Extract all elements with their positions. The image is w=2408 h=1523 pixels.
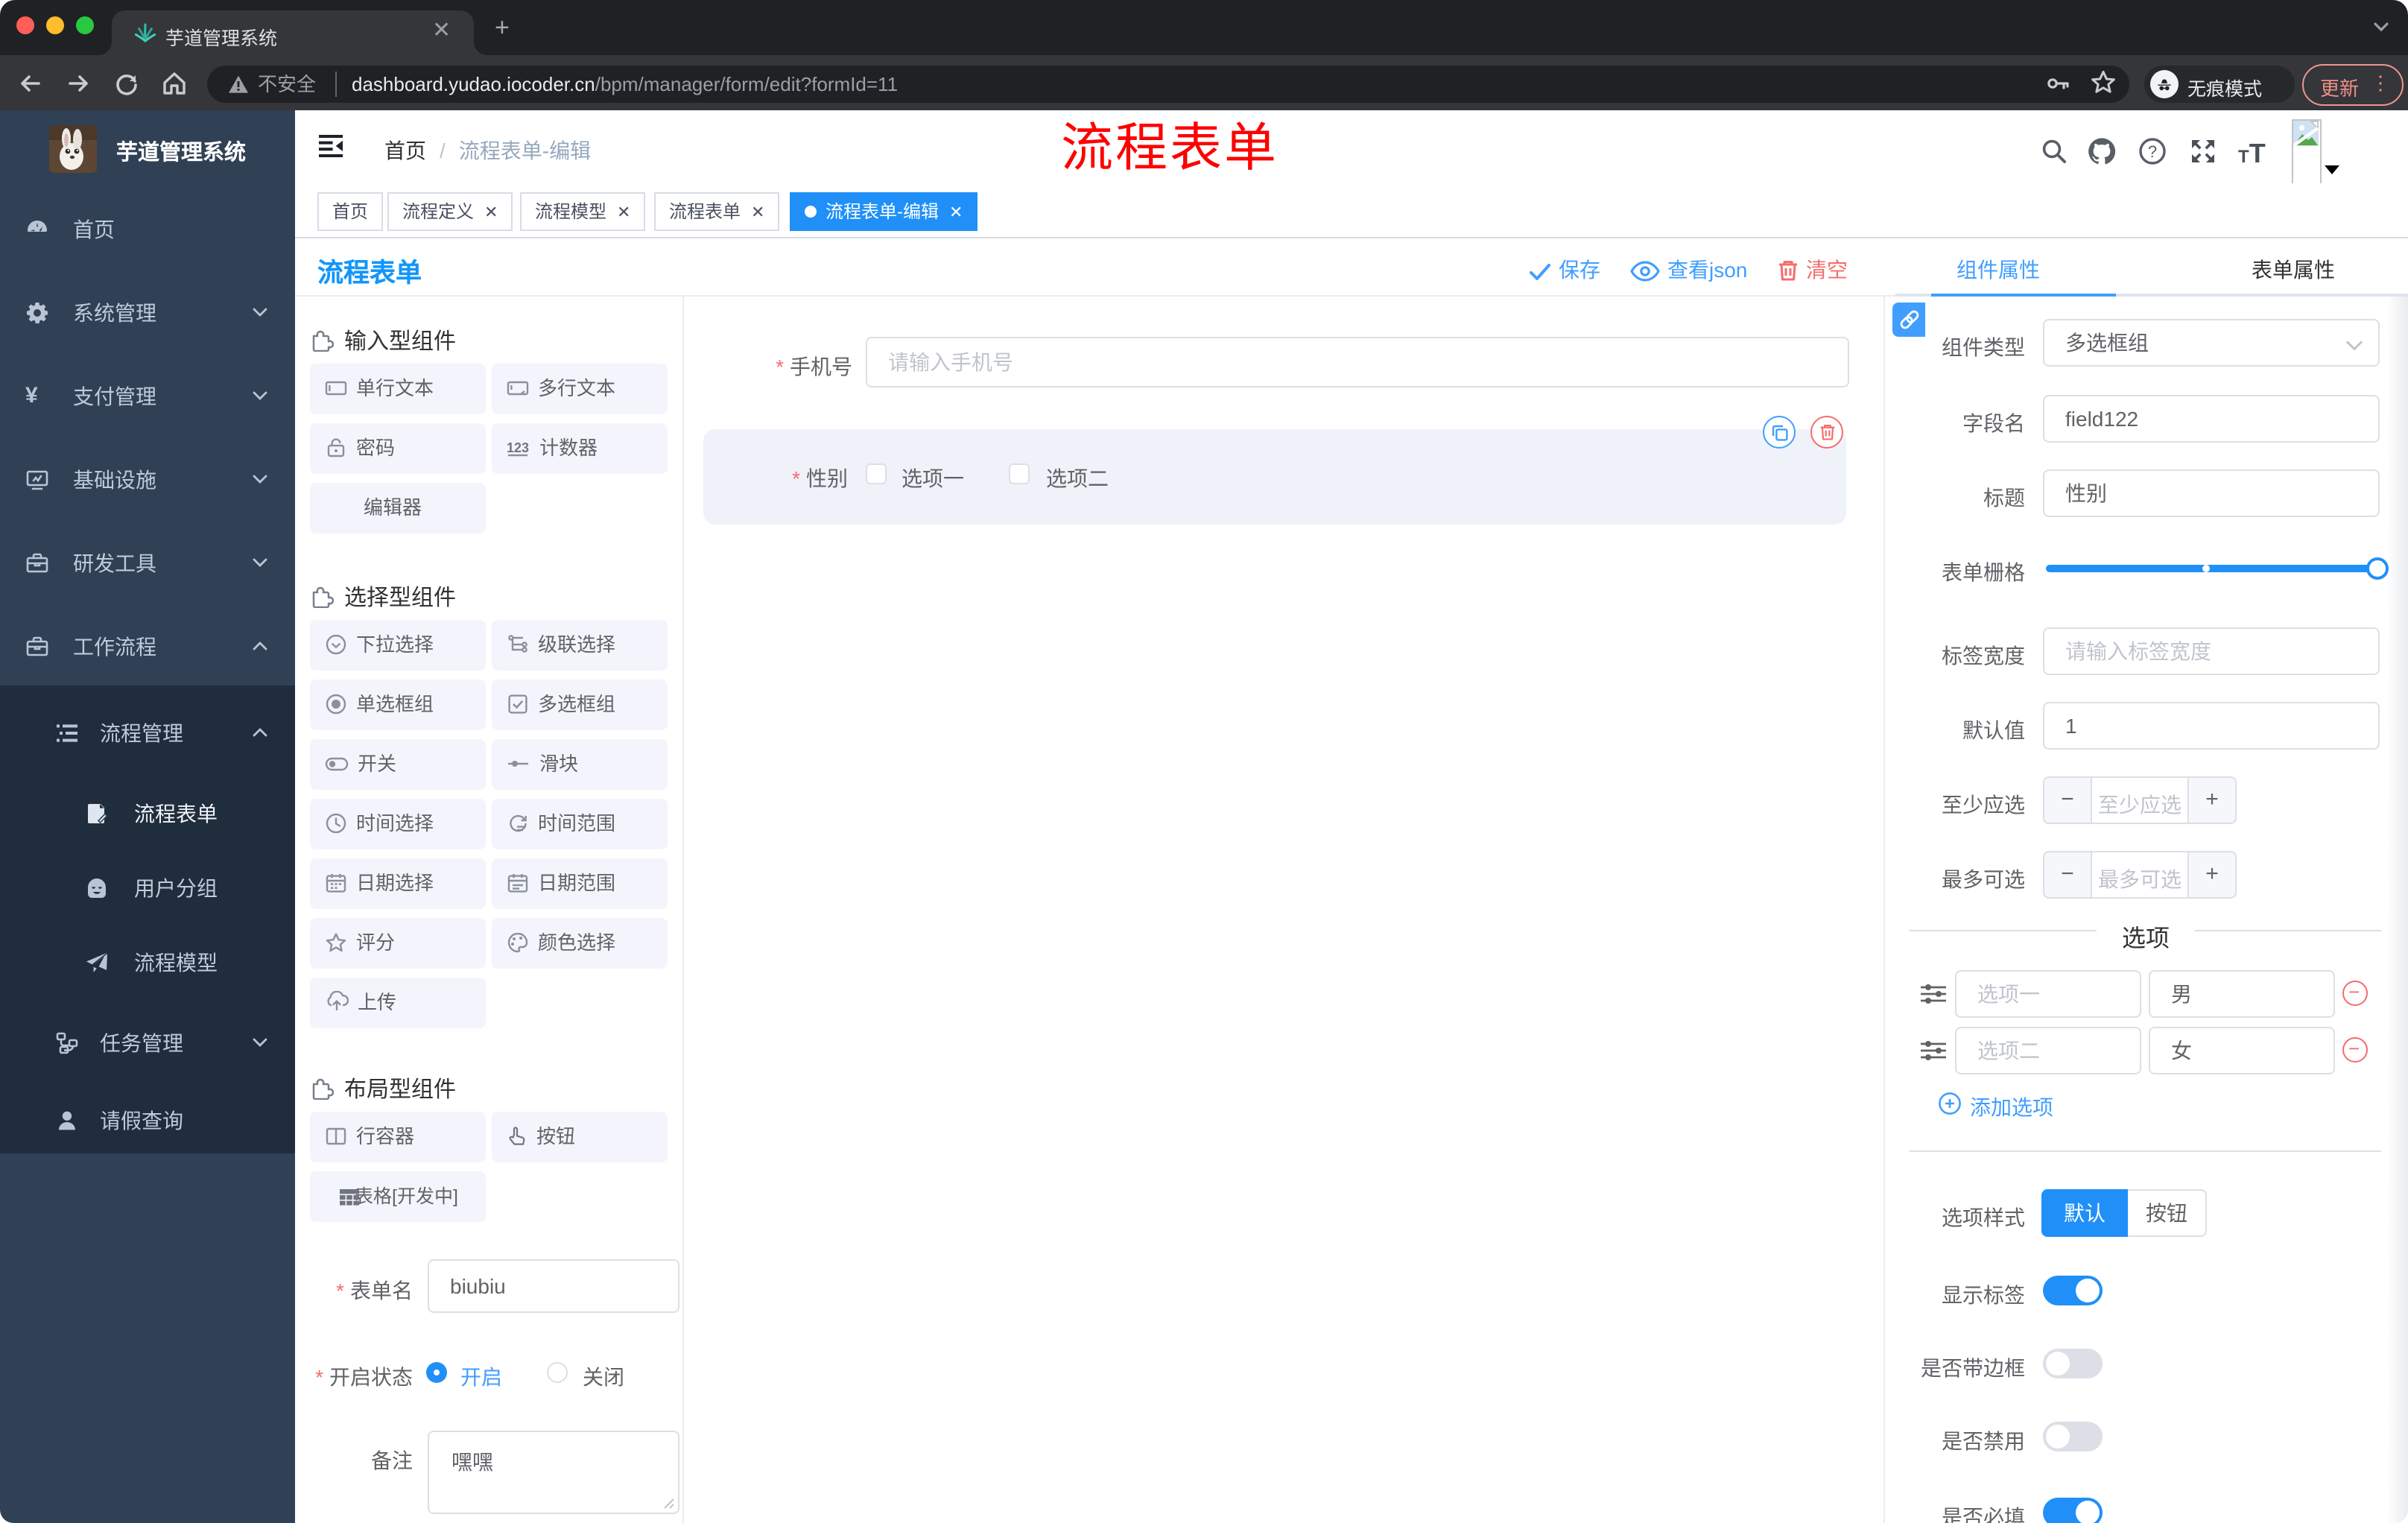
svg-text:123: 123 <box>507 440 529 455</box>
svg-text:?: ? <box>2148 142 2157 161</box>
